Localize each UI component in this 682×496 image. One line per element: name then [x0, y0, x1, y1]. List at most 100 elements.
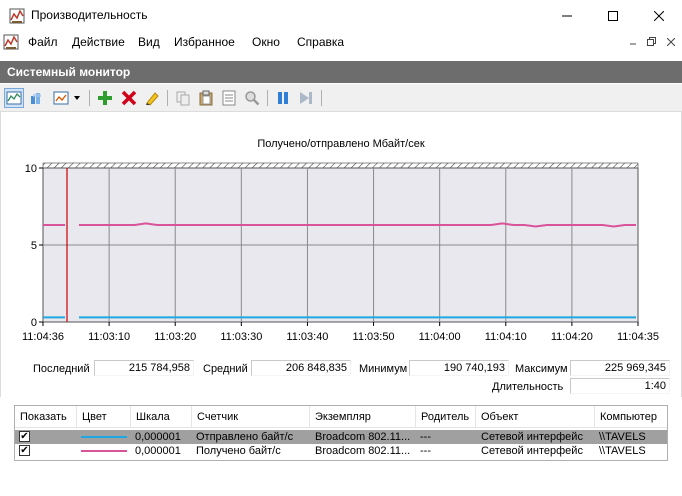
paste-icon — [199, 90, 213, 106]
maximum-label: Максимум — [515, 363, 568, 375]
mdi-close-button[interactable] — [662, 33, 679, 50]
column-header-counter[interactable]: Счетчик — [192, 406, 310, 428]
mdi-window-icon[interactable] — [3, 34, 19, 50]
dropdown-arrow-icon — [74, 96, 80, 100]
minimize-icon — [629, 43, 636, 44]
counter-row[interactable]: ✔ 0,000001 Получено байт/с Broadcom 802.… — [15, 444, 667, 458]
computer-cell: \\TAVELS — [599, 445, 646, 457]
object-cell: Сетевой интерфейс — [481, 445, 583, 457]
minimize-icon — [562, 15, 572, 16]
show-checkbox[interactable]: ✔ — [19, 445, 30, 456]
counter-cell: Отправлено байт/с — [196, 431, 294, 443]
bottom-strip — [0, 462, 682, 496]
zoom-icon — [245, 91, 260, 106]
maximum-value: 225 969,345 — [570, 360, 670, 376]
counter-list[interactable]: Показать Цвет Шкала Счетчик Экземпляр Ро… — [14, 405, 668, 461]
menu-view[interactable]: Вид — [138, 35, 160, 49]
add-counter-button[interactable] — [95, 88, 115, 108]
menu-action[interactable]: Действие — [72, 35, 125, 49]
view-graph-button[interactable] — [4, 88, 24, 108]
maximize-icon — [608, 10, 618, 21]
x-tick-label: 11:03:10 — [88, 331, 130, 343]
minimum-value: 190 740,193 — [409, 360, 509, 376]
properties-icon — [222, 90, 236, 106]
mdi-minimize-button[interactable] — [624, 33, 641, 50]
x-tick-label: 11:04:20 — [551, 331, 593, 343]
toolbar-separator — [89, 90, 90, 106]
chart-title: Получено/отправлено Мбайт/сек — [257, 138, 425, 150]
delete-counter-icon — [121, 90, 137, 106]
column-header-color[interactable]: Цвет — [77, 406, 131, 428]
toolbar — [0, 84, 682, 112]
column-header-show[interactable]: Показать — [15, 406, 77, 428]
column-header-scale[interactable]: Шкала — [131, 406, 192, 428]
pause-icon — [278, 92, 288, 104]
duration-value: 1:40 — [570, 378, 670, 394]
last-value: 215 784,958 — [94, 360, 194, 376]
color-swatch — [81, 436, 127, 438]
view-histogram-button[interactable] — [27, 88, 47, 108]
menu-favorites[interactable]: Избранное — [174, 35, 235, 49]
copy-button[interactable] — [173, 88, 193, 108]
mdi-restore-button[interactable] — [643, 33, 660, 50]
close-button[interactable] — [636, 0, 682, 31]
toolbar-separator — [167, 90, 168, 106]
instance-cell: Broadcom 802.11... — [315, 431, 411, 443]
properties-button[interactable] — [219, 88, 239, 108]
title-bar: Производительность — [0, 0, 682, 31]
next-icon — [300, 92, 312, 104]
highlight-button[interactable] — [142, 88, 162, 108]
view-histogram-icon — [31, 93, 41, 104]
scale-cell: 0,000001 — [135, 445, 181, 457]
view-report-icon — [53, 91, 69, 105]
maximize-button[interactable] — [590, 0, 636, 31]
show-checkbox[interactable]: ✔ — [19, 431, 30, 442]
delete-counter-button[interactable] — [119, 88, 139, 108]
column-header-computer[interactable]: Компьютер — [595, 406, 667, 428]
view-report-button[interactable] — [51, 88, 71, 108]
computer-cell: \\TAVELS — [599, 431, 646, 443]
close-icon — [654, 10, 664, 21]
last-label: Последний — [33, 363, 90, 375]
y-tick-label: 0 — [31, 317, 37, 329]
average-label: Средний — [203, 363, 248, 375]
x-tick-label: 11:03:40 — [286, 331, 328, 343]
instance-cell: Broadcom 802.11... — [315, 445, 411, 457]
copy-icon — [176, 91, 190, 106]
menu-file[interactable]: Файл — [28, 35, 58, 49]
minimum-label: Минимум — [359, 363, 408, 375]
chart-top-band — [42, 162, 639, 169]
parent-cell: --- — [420, 431, 431, 443]
y-tick-label: 5 — [31, 240, 37, 252]
view-dropdown-button[interactable] — [71, 88, 83, 108]
minimize-button[interactable] — [544, 0, 590, 31]
performance-app-icon — [9, 8, 25, 24]
next-button[interactable] — [296, 88, 316, 108]
menu-help[interactable]: Справка — [297, 35, 344, 49]
x-tick-label: 11:04:35 — [617, 331, 659, 343]
column-header-parent[interactable]: Родитель — [416, 406, 476, 428]
performance-chart[interactable]: 10 5 0 11:04:36 11:03:10 11:03:20 11:03:30 11:0… — [0, 158, 682, 388]
window-title: Производительность — [31, 8, 148, 22]
color-swatch — [81, 450, 127, 452]
menu-window[interactable]: Окно — [252, 35, 280, 49]
panel-header: Системный монитор — [0, 61, 682, 83]
scale-cell: 0,000001 — [135, 431, 181, 443]
x-tick-label: 11:04:36 — [22, 331, 64, 343]
counter-list-header: Показать Цвет Шкала Счетчик Экземпляр Ро… — [15, 406, 667, 428]
highlight-icon — [146, 92, 159, 106]
x-tick-label: 11:03:50 — [353, 331, 395, 343]
counter-row[interactable]: ✔ 0,000001 Отправлено байт/с Broadcom 80… — [15, 430, 667, 444]
restore-icon — [647, 37, 656, 46]
zoom-button[interactable] — [242, 88, 262, 108]
add-counter-icon — [98, 91, 112, 105]
column-header-object[interactable]: Объект — [476, 406, 595, 428]
column-header-instance[interactable]: Экземпляр — [310, 406, 416, 428]
x-tick-label: 11:04:00 — [419, 331, 461, 343]
toolbar-separator — [321, 90, 322, 106]
parent-cell: --- — [420, 445, 431, 457]
pause-button[interactable] — [273, 88, 293, 108]
x-tick-label: 11:04:10 — [485, 331, 527, 343]
paste-button[interactable] — [196, 88, 216, 108]
average-value: 206 848,835 — [251, 360, 351, 376]
